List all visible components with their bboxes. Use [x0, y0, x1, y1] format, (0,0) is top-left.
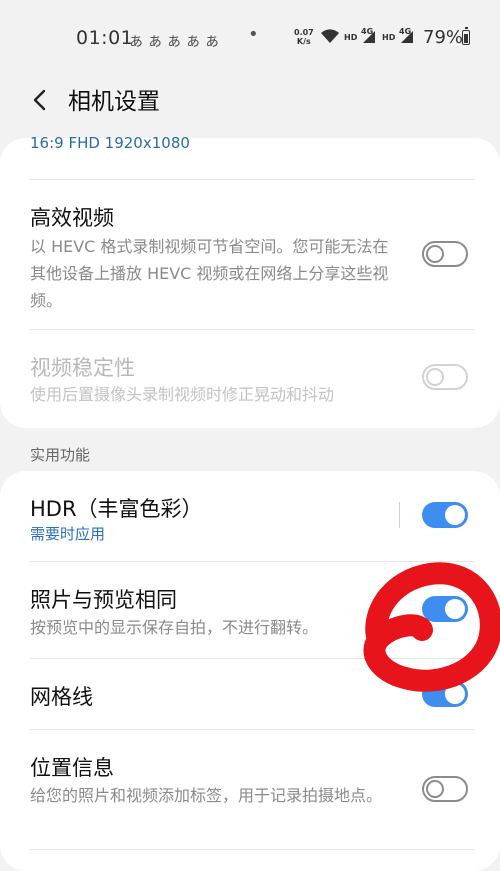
signal-icon-1 [363, 31, 375, 43]
video-settings-card: 16:9 FHD 1920x1080 高效视频 以 HEVC 格式录制视频可节省… [0, 134, 500, 428]
efficient-video-desc: 以 HEVC 格式录制视频可节省空间。您可能无法在其他设备上播放 HEVC 视频… [30, 237, 389, 310]
switch-knob [445, 599, 465, 619]
notification-icons: ぁぁぁぁぁ [128, 31, 224, 50]
location-title: 位置信息 [30, 756, 114, 780]
section-label-useful: 实用功能 [30, 446, 91, 464]
app-header: 相机设置 [0, 76, 500, 136]
vertical-separator [399, 502, 400, 528]
signal-icon-2 [401, 31, 413, 43]
divider [30, 849, 474, 850]
network-speed-value: 0.07 [294, 28, 314, 37]
hdr-title: HDR（丰富色彩） [30, 497, 203, 521]
wifi-icon [321, 29, 339, 43]
battery-icon [462, 27, 470, 45]
same-as-preview-switch[interactable] [422, 596, 468, 622]
stabilization-switch [422, 364, 468, 390]
hdr-switch[interactable] [422, 502, 468, 528]
video-size-row[interactable]: 16:9 FHD 1920x1080 [0, 134, 500, 180]
location-switch[interactable] [422, 776, 468, 802]
network-speed: 0.07 K/s [294, 28, 314, 46]
stabilization-title: 视频稳定性 [30, 356, 135, 380]
video-size-value: 16:9 FHD 1920x1080 [30, 134, 190, 152]
useful-features-card: HDR（丰富色彩） 需要时应用 照片与预览相同 按预览中的显示保存自拍，不进行翻… [0, 471, 500, 871]
switch-knob [445, 684, 465, 704]
hd-badge-1: HD [344, 33, 358, 42]
status-bar: 01:01 ぁぁぁぁぁ • 0.07 K/s HD 4G HD 4G 79% [0, 0, 500, 76]
hdr-row[interactable]: HDR（丰富色彩） 需要时应用 [0, 471, 500, 561]
location-row[interactable]: 位置信息 给您的照片和视频添加标签，用于记录拍摄地点。 [0, 730, 500, 850]
more-notifications-dot: • [248, 24, 259, 45]
switch-knob [426, 245, 444, 263]
hdr-sub: 需要时应用 [30, 525, 106, 543]
same-as-preview-desc: 按预览中的显示保存自拍，不进行翻转。 [30, 618, 319, 637]
battery-level: 79% [423, 27, 464, 48]
stabilization-desc: 使用后置摄像头录制视频时修正晃动和抖动 [30, 385, 335, 404]
same-as-preview-row[interactable]: 照片与预览相同 按预览中的显示保存自拍，不进行翻转。 [0, 562, 500, 658]
back-arrow-icon[interactable] [22, 82, 58, 118]
grid-lines-title: 网格线 [30, 685, 93, 709]
efficient-video-title: 高效视频 [30, 206, 114, 230]
grid-lines-row[interactable]: 网格线 [0, 659, 500, 729]
hd-badge-2: HD [382, 33, 396, 42]
switch-knob [426, 368, 444, 386]
stabilization-row: 视频稳定性 使用后置摄像头录制视频时修正晃动和抖动 [0, 330, 500, 428]
status-time: 01:01 [76, 27, 134, 49]
network-speed-unit: K/s [296, 37, 311, 46]
efficient-video-row[interactable]: 高效视频 以 HEVC 格式录制视频可节省空间。您可能无法在其他设备上播放 HE… [0, 180, 500, 330]
switch-knob [426, 780, 444, 798]
same-as-preview-title: 照片与预览相同 [30, 588, 177, 612]
grid-lines-switch[interactable] [422, 681, 468, 707]
efficient-video-switch[interactable] [422, 241, 468, 267]
switch-knob [445, 505, 465, 525]
page-title: 相机设置 [68, 89, 160, 115]
location-desc: 给您的照片和视频添加标签，用于记录拍摄地点。 [30, 786, 383, 805]
